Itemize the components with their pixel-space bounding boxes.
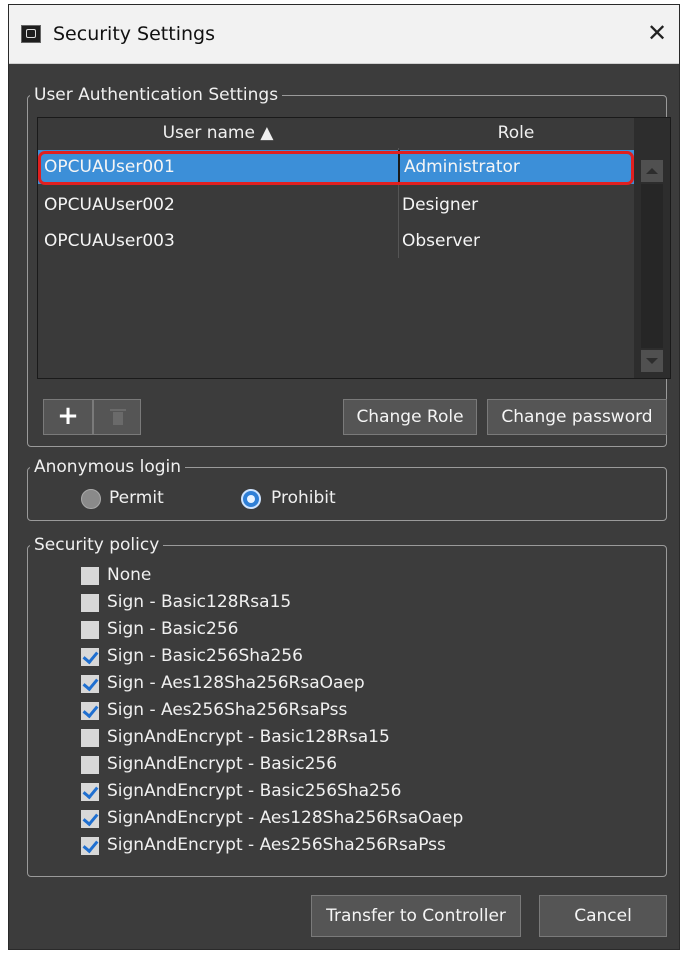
prohibit-radio[interactable] xyxy=(241,489,261,509)
scroll-down-icon[interactable] xyxy=(641,350,663,372)
checkbox[interactable] xyxy=(81,567,99,585)
checkbox-checked[interactable] xyxy=(81,783,99,801)
delete-user-button[interactable] xyxy=(93,399,141,435)
cancel-button[interactable]: Cancel xyxy=(539,895,667,937)
checkbox[interactable] xyxy=(81,621,99,639)
cell-user-name: OPCUAUser002 xyxy=(44,195,175,215)
policy-label: SignAndEncrypt - Basic256Sha256 xyxy=(107,781,402,801)
checkbox[interactable] xyxy=(81,756,99,774)
checkbox-checked[interactable] xyxy=(81,648,99,666)
user-authentication-legend: User Authentication Settings xyxy=(34,85,279,105)
add-user-button[interactable]: + xyxy=(43,399,93,435)
table-row-user-3[interactable]: OPCUAUser003 Observer xyxy=(38,224,634,258)
checkbox-checked[interactable] xyxy=(81,675,99,693)
checkbox-checked[interactable] xyxy=(81,837,99,855)
checkbox-checked[interactable] xyxy=(81,702,99,720)
policy-label: None xyxy=(107,565,152,585)
policy-label: Sign - Aes128Sha256RsaOaep xyxy=(107,673,365,693)
policy-label: SignAndEncrypt - Basic256 xyxy=(107,754,338,774)
table-row-user-1[interactable]: OPCUAUser001 Administrator xyxy=(38,150,634,185)
cell-role: Observer xyxy=(402,231,480,251)
column-header-role[interactable]: Role xyxy=(398,118,635,148)
table-row-user-2[interactable]: OPCUAUser002 Designer xyxy=(38,188,634,222)
users-table: User name ▲ Role OPCUAUser001 Administra… xyxy=(37,117,671,379)
vertical-scrollbar[interactable] xyxy=(634,118,670,378)
policy-label: Sign - Basic256Sha256 xyxy=(107,646,303,666)
policy-label: SignAndEncrypt - Aes256Sha256RsaPss xyxy=(107,835,446,855)
prohibit-label: Prohibit xyxy=(271,488,336,508)
permit-radio[interactable] xyxy=(81,489,101,509)
window-title: Security Settings xyxy=(53,23,215,45)
title-bar: Security Settings ✕ xyxy=(9,5,679,64)
cell-user-name: OPCUAUser003 xyxy=(44,231,175,251)
policy-label: Sign - Basic256 xyxy=(107,619,239,639)
cell-role: Designer xyxy=(402,195,479,215)
anonymous-login-legend: Anonymous login xyxy=(34,457,182,477)
policy-label: Sign - Basic128Rsa15 xyxy=(107,592,292,612)
change-password-button[interactable]: Change password xyxy=(487,399,667,435)
security-settings-dialog: Security Settings ✕ User Authentication … xyxy=(8,4,680,950)
scroll-up-icon[interactable] xyxy=(641,160,663,182)
close-button[interactable]: ✕ xyxy=(639,15,675,51)
app-icon xyxy=(21,25,41,43)
checkbox-checked[interactable] xyxy=(81,810,99,828)
permit-label: Permit xyxy=(109,488,164,508)
change-role-button[interactable]: Change Role xyxy=(343,399,477,435)
selection-highlight-outline xyxy=(38,151,634,185)
checkbox[interactable] xyxy=(81,729,99,747)
column-header-user-name[interactable]: User name ▲ xyxy=(38,118,399,148)
policy-label: SignAndEncrypt - Aes128Sha256RsaOaep xyxy=(107,808,464,828)
security-policy-legend: Security policy xyxy=(34,535,160,555)
policy-label: Sign - Aes256Sha256RsaPss xyxy=(107,700,348,720)
scroll-track[interactable] xyxy=(641,184,663,348)
transfer-to-controller-button[interactable]: Transfer to Controller xyxy=(311,895,521,937)
checkbox[interactable] xyxy=(81,594,99,612)
policy-label: SignAndEncrypt - Basic128Rsa15 xyxy=(107,727,390,747)
